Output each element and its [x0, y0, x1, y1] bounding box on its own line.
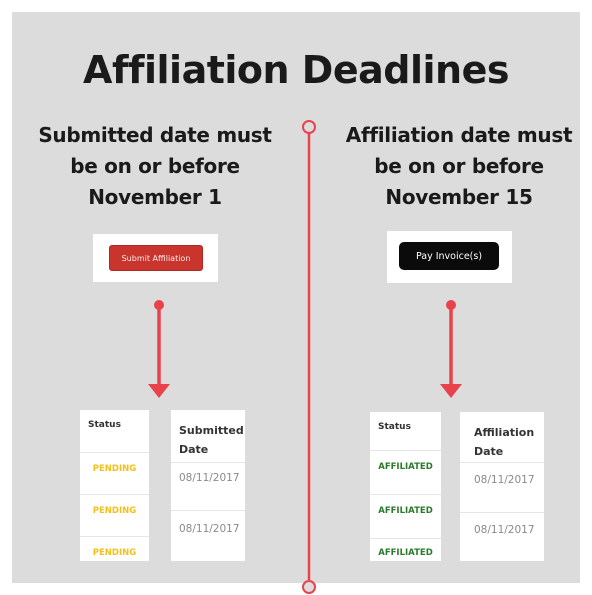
row-divider: [370, 450, 441, 451]
row-divider: [460, 512, 544, 513]
pay-invoice-card: Pay Invoice(s): [387, 231, 512, 283]
left-date-column: Submitted Date 08/11/2017 08/11/2017: [171, 410, 245, 561]
right-status-cell: AFFILIATED: [378, 506, 433, 516]
left-status-cell: PENDING: [92, 506, 137, 516]
row-divider: [370, 538, 441, 539]
left-status-cell: PENDING: [92, 464, 137, 474]
right-status-column: Status AFFILIATED AFFILIATED AFFILIATED: [370, 412, 441, 561]
left-date-cell: 08/11/2017: [179, 472, 240, 484]
page-title: Affiliation Deadlines: [83, 48, 509, 92]
row-divider: [171, 510, 245, 511]
right-status-cell: AFFILIATED: [378, 548, 433, 558]
right-status-cell: AFFILIATED: [378, 462, 433, 472]
left-date-header: Submitted Date: [179, 424, 244, 456]
row-divider: [370, 494, 441, 495]
right-heading-line-2: be on or before: [374, 154, 544, 178]
right-heading-line-1: Affiliation date must: [345, 123, 573, 147]
row-divider: [171, 462, 245, 463]
left-heading-line-1: Submitted date must: [38, 123, 272, 147]
row-divider: [80, 494, 149, 495]
right-status-header: Status: [378, 422, 411, 432]
left-heading-line-2: be on or before: [70, 154, 240, 178]
row-divider: [460, 462, 544, 463]
right-date-header: Affiliation Date: [474, 426, 535, 458]
left-heading-line-3: November 1: [88, 185, 222, 209]
pay-invoices-button[interactable]: Pay Invoice(s): [399, 242, 499, 270]
left-status-column: Status PENDING PENDING PENDING: [80, 410, 149, 561]
row-divider: [80, 452, 149, 453]
right-date-cell: 08/11/2017: [474, 474, 535, 486]
submit-affiliation-card: Submit Affiliation: [93, 234, 218, 282]
left-status-header: Status: [88, 420, 121, 430]
right-deadline-heading: Affiliation date must be on or before No…: [324, 120, 592, 213]
right-date-cell: 08/11/2017: [474, 524, 535, 536]
right-date-column: Affiliation Date 08/11/2017 08/11/2017: [460, 412, 544, 561]
left-deadline-heading: Submitted date must be on or before Nove…: [20, 120, 290, 213]
left-date-cell: 08/11/2017: [179, 523, 240, 535]
left-status-cell: PENDING: [92, 548, 137, 558]
row-divider: [80, 536, 149, 537]
submit-affiliation-button[interactable]: Submit Affiliation: [109, 245, 203, 271]
right-heading-line-3: November 15: [385, 185, 533, 209]
